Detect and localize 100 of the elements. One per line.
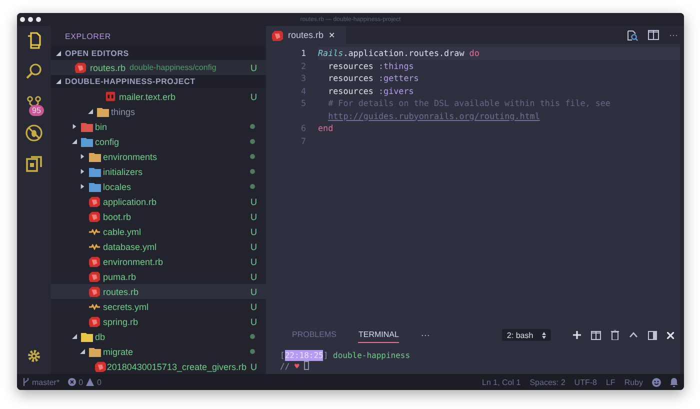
branch-icon xyxy=(23,378,29,386)
folder-name[interactable]: config xyxy=(95,136,120,146)
folder-icon xyxy=(81,122,93,132)
folder-icon xyxy=(89,166,101,176)
file-name[interactable]: boot.rb xyxy=(103,212,132,222)
terminal-text: ♥ xyxy=(294,361,300,372)
expanded-arrow-icon[interactable] xyxy=(72,334,77,339)
git-status: U xyxy=(250,362,257,372)
ruby-file-icon xyxy=(89,286,100,297)
expanded-arrow-icon[interactable] xyxy=(80,349,85,354)
expanded-arrow-icon[interactable] xyxy=(72,139,77,144)
terminal-text: double-happiness xyxy=(333,350,410,361)
folder-name[interactable]: initializers xyxy=(103,166,143,176)
erb-file-icon xyxy=(105,91,116,102)
split-terminal-icon[interactable] xyxy=(591,330,601,340)
folder-name[interactable]: environments xyxy=(103,152,158,162)
more-actions[interactable]: ··· xyxy=(420,330,430,340)
chevron-up-icon[interactable] xyxy=(629,332,638,338)
line-number: 4 xyxy=(300,84,307,97)
more-actions[interactable]: ··· xyxy=(669,30,678,40)
ruby-file-icon xyxy=(272,30,283,40)
folder-icon xyxy=(81,332,93,342)
collapsed-arrow-icon[interactable] xyxy=(72,124,77,129)
no-bug-icon xyxy=(25,124,43,142)
search-file-icon[interactable] xyxy=(627,30,638,40)
expanded-arrow-icon[interactable] xyxy=(88,109,93,114)
extensions-icon xyxy=(26,156,42,172)
file-name[interactable]: mailer.text.erb xyxy=(119,92,176,102)
git-status: U xyxy=(250,316,257,326)
file-name[interactable]: cable.yml xyxy=(103,226,142,236)
terminal-text: 22:18:25 xyxy=(284,350,324,361)
terminal-text: // xyxy=(280,361,291,372)
line-number: 5 xyxy=(300,97,307,110)
yaml-file-icon xyxy=(89,304,100,310)
sidebar-title: EXPLORER xyxy=(65,32,111,42)
smiley-icon[interactable] xyxy=(652,378,661,386)
folder-icon xyxy=(89,182,101,192)
bell-icon[interactable] xyxy=(670,378,678,386)
terminal-cursor xyxy=(304,361,310,370)
count-badge: 95 xyxy=(29,105,44,116)
trash-icon[interactable] xyxy=(611,330,619,340)
file-name[interactable]: secrets.yml xyxy=(103,302,149,312)
terminal-text: [ xyxy=(280,350,285,361)
updown-caret-icon xyxy=(542,332,546,338)
git-status: U xyxy=(250,286,257,296)
folder-name[interactable]: migrate xyxy=(103,346,134,356)
editor-tab[interactable]: routes.rb ✕ xyxy=(266,26,346,44)
ruby-file-icon xyxy=(75,62,86,74)
plus-icon[interactable] xyxy=(573,331,581,339)
git-status: U xyxy=(250,256,257,266)
warning-icon xyxy=(86,378,94,386)
collapsed-arrow-icon[interactable] xyxy=(80,169,85,174)
ruby-file-icon xyxy=(89,256,100,267)
code-line: resources :getters xyxy=(327,72,419,84)
search-icon xyxy=(26,63,42,79)
git-status: U xyxy=(250,242,257,252)
file-name[interactable]: application.rb xyxy=(103,196,157,206)
split-editor-icon[interactable] xyxy=(648,30,659,40)
line-number: 3 xyxy=(300,72,307,84)
folder-icon xyxy=(97,106,109,116)
folder-icon xyxy=(81,136,93,146)
folder-name[interactable]: db xyxy=(95,332,106,342)
file-name[interactable]: 20180430015713_create_givers.rb xyxy=(106,362,246,372)
expanded-arrow-icon[interactable] xyxy=(56,79,61,84)
folder-name[interactable]: things xyxy=(111,106,136,116)
ruby-file-icon xyxy=(89,316,100,327)
source-control-icon xyxy=(27,96,41,108)
close-icon[interactable]: ✕ xyxy=(328,30,336,40)
file-name[interactable]: routes.rb xyxy=(103,286,139,296)
file-name[interactable]: routes.rb xyxy=(90,62,126,73)
activity-bar-button[interactable] xyxy=(23,154,45,174)
code-line: resources :things xyxy=(327,60,414,72)
file-name[interactable]: environment.rb xyxy=(103,256,164,266)
ruby-file-icon xyxy=(89,196,100,207)
ruby-file-icon xyxy=(95,361,106,372)
git-status: U xyxy=(250,92,257,102)
expanded-arrow-icon[interactable] xyxy=(56,51,61,56)
folder-icon xyxy=(89,152,101,162)
section-header[interactable]: OPEN EDITORS xyxy=(65,49,129,58)
yaml-file-icon xyxy=(89,244,100,250)
git-status: U xyxy=(250,272,257,282)
git-status: U xyxy=(250,226,257,236)
folder-name[interactable]: bin xyxy=(95,122,108,132)
terminal-dropdown[interactable]: 2: bash xyxy=(502,329,551,341)
line-number: 7 xyxy=(300,134,307,147)
file-name[interactable]: spring.rb xyxy=(103,316,138,326)
collapsed-arrow-icon[interactable] xyxy=(80,154,85,159)
file-name[interactable]: database.yml xyxy=(103,242,157,252)
code-line: # For details on the DSL available within this file, see xyxy=(327,97,610,110)
files-icon xyxy=(27,32,41,48)
code-line: resources :givers xyxy=(327,84,414,97)
activity-bar-button[interactable] xyxy=(23,123,45,143)
close-icon[interactable] xyxy=(667,332,674,338)
panel-tab[interactable]: TERMINAL xyxy=(358,327,399,343)
yaml-file-icon xyxy=(89,228,100,234)
panel-layout-icon[interactable] xyxy=(648,330,657,340)
file-name[interactable]: puma.rb xyxy=(103,272,136,282)
collapsed-arrow-icon[interactable] xyxy=(80,184,85,189)
folder-name[interactable]: locales xyxy=(103,182,132,192)
section-header[interactable]: DOUBLE-HAPPINESS-PROJECT xyxy=(65,77,196,86)
